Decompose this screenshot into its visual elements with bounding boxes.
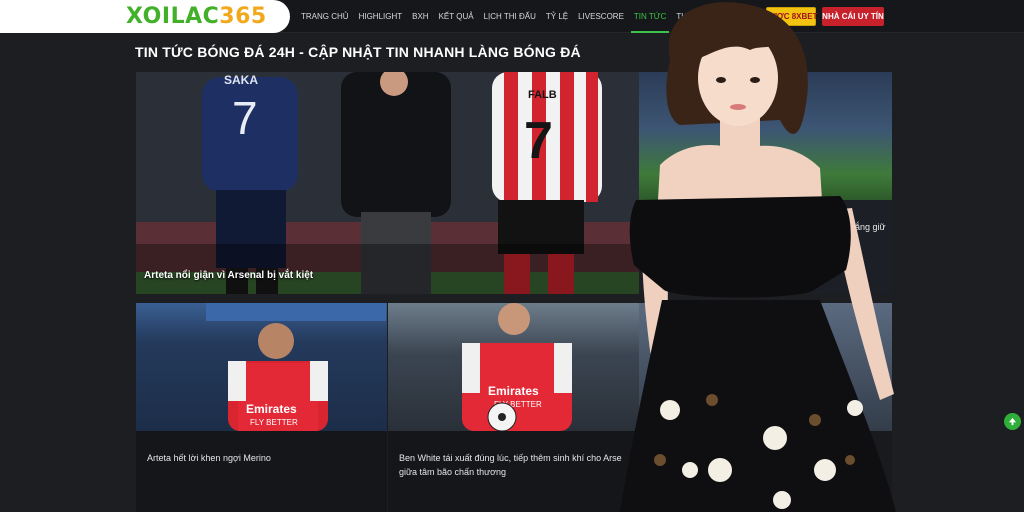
player-left-name: SAKA <box>224 73 258 87</box>
scroll-top-button[interactable] <box>1004 413 1021 430</box>
player-left-number: 7 <box>232 92 258 144</box>
logo-text: XOILAC365 <box>126 3 267 29</box>
arrow-up-icon <box>1008 417 1017 426</box>
player-right-name: FALB <box>528 89 557 101</box>
logo-part1: XOILAC <box>126 3 220 29</box>
nav-item-ket-qua[interactable]: Kết quả <box>434 0 479 33</box>
sponsor-subtext: FLY BETTER <box>250 418 298 427</box>
featured-image: SAKA 7 FALB 7 <box>136 72 639 294</box>
nav-item-lich-thi-dau[interactable]: Lịch thi đấu <box>479 0 541 33</box>
featured-article[interactable]: SAKA 7 FALB 7 Arteta nổi giận vì Arsenal… <box>136 72 639 294</box>
nav-item-ty-le[interactable]: Tỷ lệ <box>541 0 573 33</box>
nav-item-bxh[interactable]: BXH <box>407 0 433 33</box>
section-title: TIN TỨC BÓNG ĐÁ 24H - CẬP NHẬT TIN NHANH… <box>135 44 581 60</box>
page: XOILAC365 Trang chủ Highlight BXH Kết qu… <box>0 0 1024 512</box>
logo[interactable]: XOILAC365 <box>0 0 290 33</box>
player-right-number: 7 <box>524 112 553 170</box>
model-overlay-image <box>620 2 896 512</box>
sponsor-text: Emirates <box>488 384 539 398</box>
sponsor-text: Emirates <box>246 402 297 416</box>
article-card-image: Emirates FLY BETTER <box>136 303 387 431</box>
article-card-title[interactable]: Ben White tái xuất đúng lúc, tiếp thêm s… <box>399 451 631 479</box>
player-image: Emirates FLY BETTER <box>206 303 386 431</box>
featured-title[interactable]: Arteta nổi giận vì Arsenal bị vắt kiệt <box>144 270 313 281</box>
logo-part2: 365 <box>219 3 267 29</box>
article-card[interactable]: Emirates FLY BETTER Arteta hết lời khen … <box>136 303 387 512</box>
nav-item-highlight[interactable]: Highlight <box>354 0 408 33</box>
article-card-title[interactable]: Arteta hết lời khen ngợi Merino <box>147 451 379 465</box>
nav-item-trang-chu[interactable]: Trang chủ <box>296 0 354 33</box>
